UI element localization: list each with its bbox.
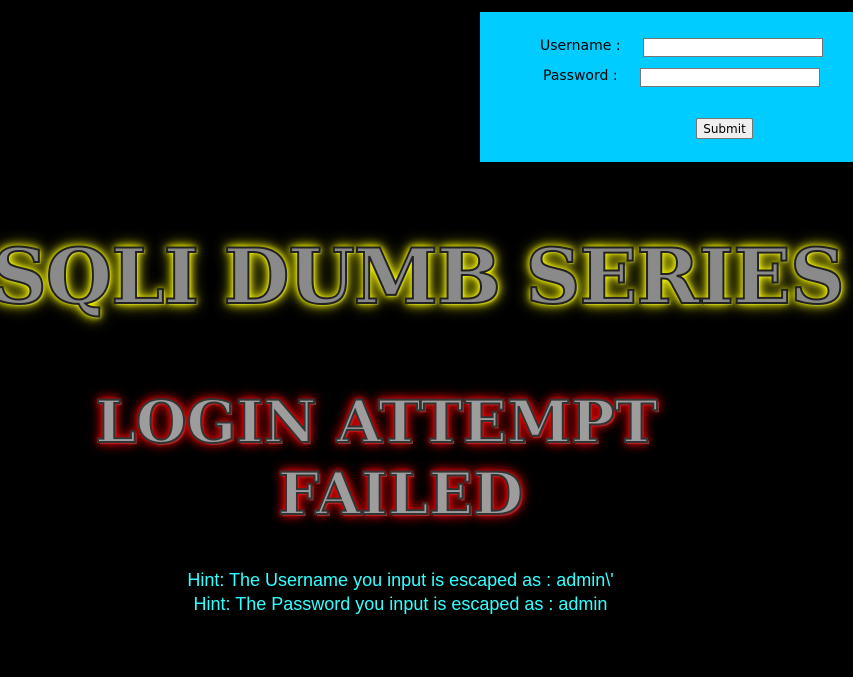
failed-heading: FAILED (277, 459, 524, 529)
sqli-dumb-series-banner: SQLI DUMB SERIES (0, 231, 846, 322)
login-form-panel: Username : Password : Submit (480, 12, 853, 162)
password-hint: Hint: The Password you input is escaped … (193, 594, 608, 614)
username-hint: Hint: The Username you input is escaped … (187, 570, 614, 590)
username-input[interactable] (643, 38, 823, 57)
username-label: Username : (540, 38, 621, 54)
submit-button[interactable]: Submit (696, 118, 753, 139)
password-label: Password : (543, 68, 618, 84)
password-input[interactable] (640, 68, 820, 87)
login-attempt-heading: LOGIN ATTEMPT (94, 387, 658, 457)
